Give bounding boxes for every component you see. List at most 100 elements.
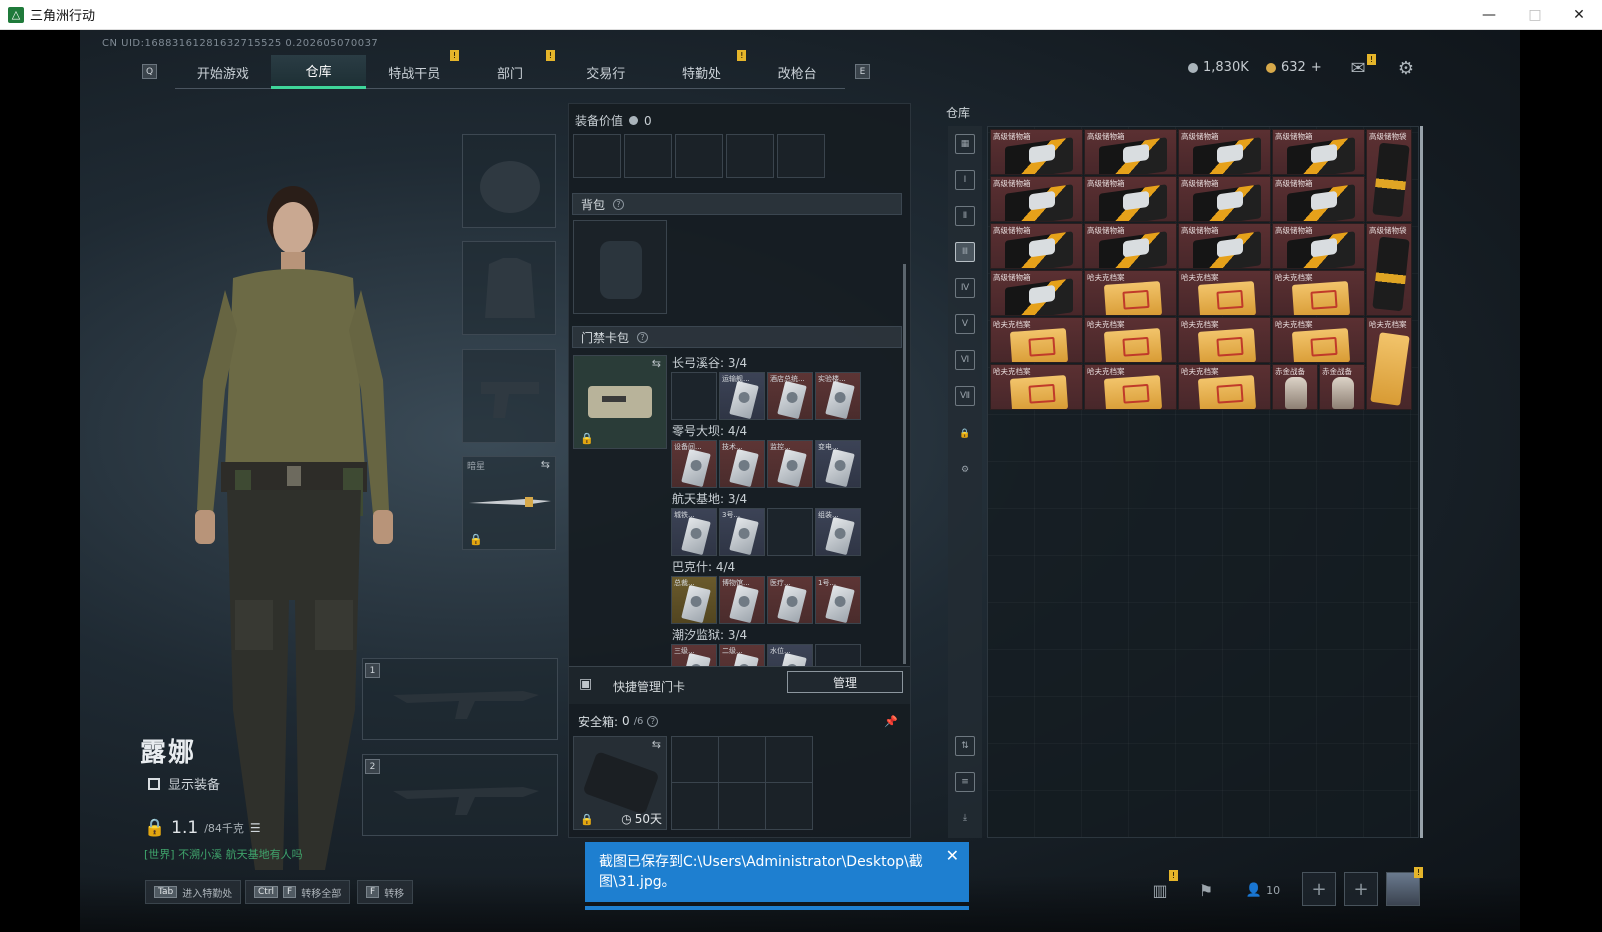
warehouse-item-folder[interactable]: 哈夫克档案 (1178, 270, 1271, 316)
panel-scrollbar[interactable] (903, 264, 906, 664)
player-avatar[interactable]: ! (1386, 867, 1423, 906)
warehouse-item-folder[interactable]: 哈夫克档案 (990, 364, 1083, 410)
warehouse-tab-1-icon[interactable]: Ⅰ (955, 170, 975, 190)
keycard-holder-slot[interactable]: ⇆ 🔒 (573, 355, 667, 449)
keycard-slot[interactable]: 组装... (815, 508, 861, 556)
swap-icon[interactable]: ⇆ (652, 357, 661, 370)
pistol-slot[interactable] (462, 349, 556, 443)
tab-operators[interactable]: 特战干员! (366, 50, 462, 89)
minimize-button[interactable]: — (1466, 0, 1512, 30)
warehouse-item-box[interactable]: 高级储物箱 (1178, 223, 1271, 269)
keycard-slot[interactable]: 水位... (767, 644, 813, 666)
warehouse-grid[interactable]: 高级储物箱 高级储物箱 高级储物箱 高级储物箱 高级储物箱 高级储物箱 高级储物箱 高级储物箱… (987, 126, 1419, 838)
keycard-slot[interactable] (815, 644, 861, 666)
stats-icon[interactable]: ▥! (1146, 870, 1178, 904)
show-equipment-checkbox[interactable] (148, 777, 160, 790)
warehouse-tab-7-icon[interactable]: Ⅶ (955, 386, 975, 406)
rig-slot[interactable] (624, 134, 672, 178)
warehouse-item-folder[interactable]: 哈夫克档案 (1178, 364, 1271, 410)
swap-icon[interactable]: ⇆ (541, 458, 550, 471)
rig-slot[interactable] (675, 134, 723, 178)
keycard-slot[interactable]: 实验楼... (815, 372, 861, 420)
manage-keycards-button[interactable]: 管理 (787, 671, 903, 693)
warehouse-item-folder[interactable]: 哈夫克档案 (1178, 317, 1271, 363)
pin-icon[interactable]: 📌 (884, 715, 898, 728)
help-icon[interactable]: ? (637, 331, 649, 343)
warehouse-item-box[interactable]: 高级储物箱 (990, 223, 1083, 269)
warehouse-item-box[interactable]: 高级储物箱 (1084, 223, 1177, 269)
nav-next-key[interactable]: E (855, 64, 870, 79)
keycard-slot[interactable]: 技术... (719, 440, 765, 488)
keycard-slot[interactable]: 三级... (671, 644, 717, 666)
warehouse-tab-6-icon[interactable]: Ⅵ (955, 350, 975, 370)
nav-prev-key[interactable]: Q (142, 64, 157, 79)
warehouse-item-figure[interactable]: 赤金战备 (1319, 364, 1365, 410)
warehouse-tab-2-icon[interactable]: Ⅱ (955, 206, 975, 226)
tab-gunsmith[interactable]: 改枪台 (749, 55, 845, 89)
invite-slot-1-button[interactable]: + (1302, 872, 1336, 906)
hint-transfer-all[interactable]: Ctrl F 转移全部 (245, 880, 351, 904)
warehouse-item-box[interactable]: 高级储物箱 (1272, 223, 1365, 269)
warehouse-item-box[interactable]: 高级储物箱 (1084, 176, 1177, 222)
flag-icon[interactable]: ⚑ (1192, 876, 1220, 904)
tab-warehouse[interactable]: 仓库 (270, 55, 367, 89)
keycard-slot[interactable]: 监控... (767, 440, 813, 488)
show-equipment-toggle[interactable]: 显示装备 (148, 774, 220, 793)
warehouse-item-box[interactable]: 高级储物箱 (990, 176, 1083, 222)
sort-icon[interactable]: ⇅ (955, 736, 975, 756)
warehouse-item-box[interactable]: 高级储物箱 (1084, 129, 1177, 175)
keycard-slot[interactable]: 酒店总统... (767, 372, 813, 420)
warehouse-item-figure[interactable]: 赤金战备 (1272, 364, 1318, 410)
keycard-slot[interactable]: 3号... (719, 508, 765, 556)
warehouse-item-box[interactable]: 高级储物箱 (1178, 129, 1271, 175)
helmet-slot[interactable] (462, 134, 556, 228)
keycard-slot[interactable]: 医疗... (767, 576, 813, 624)
layers-icon[interactable]: ≡ (955, 772, 975, 792)
keycard-slot[interactable]: 1号... (815, 576, 861, 624)
warehouse-item-box[interactable]: 高级储物箱 (1272, 176, 1365, 222)
rig-slot[interactable] (726, 134, 774, 178)
close-window-button[interactable]: ✕ (1556, 0, 1602, 30)
warehouse-settings-icon[interactable]: ⚙ (955, 460, 975, 480)
warehouse-item-folder[interactable]: 哈夫克档案 (1084, 317, 1177, 363)
help-icon[interactable]: ? (613, 198, 625, 210)
keycard-slot[interactable]: 博物馆... (719, 576, 765, 624)
primary-weapon-slot-1[interactable]: 1 (362, 658, 558, 740)
warehouse-item-folder[interactable]: 哈夫克档案 (1272, 317, 1365, 363)
warehouse-item-folder-tall[interactable]: 哈夫克档案 (1366, 317, 1412, 410)
warehouse-item-box[interactable]: 高级储物箱 (1272, 129, 1365, 175)
keycard-slot[interactable]: 总裁... (671, 576, 717, 624)
melee-slot[interactable]: 暗星 ⇆ 🔒 (462, 456, 556, 550)
warehouse-item-folder[interactable]: 哈夫克档案 (1272, 270, 1365, 316)
tab-start-game[interactable]: 开始游戏 (175, 55, 271, 89)
keycard-slot[interactable]: 变电... (815, 440, 861, 488)
help-icon[interactable]: ? (647, 715, 659, 727)
warehouse-tab-5-icon[interactable]: Ⅴ (955, 314, 975, 334)
keycard-slot[interactable] (767, 508, 813, 556)
warehouse-item-folder[interactable]: 哈夫克档案 (1084, 270, 1177, 316)
warehouse-item-box[interactable]: 高级储物箱 (1178, 176, 1271, 222)
keycard-slot[interactable]: 运输舰... (719, 372, 765, 420)
warehouse-item-box[interactable]: 高级储物箱 (990, 129, 1083, 175)
friends-icon[interactable]: 👤 10 (1238, 876, 1288, 904)
safebox-grid[interactable] (671, 736, 813, 830)
keycard-slot[interactable] (671, 372, 717, 420)
add-gold-button[interactable]: + (1311, 60, 1322, 75)
warehouse-scrollbar[interactable] (1420, 126, 1423, 838)
warehouse-item-box[interactable]: 高级储物箱 (990, 270, 1083, 316)
warehouse-item-folder[interactable]: 哈夫克档案 (1084, 364, 1177, 410)
maximize-button[interactable]: □ (1512, 0, 1558, 30)
swap-icon[interactable]: ⇆ (652, 738, 661, 751)
armor-slot[interactable] (462, 241, 556, 335)
hint-transfer[interactable]: F 转移 (357, 880, 414, 904)
toast-close-button[interactable]: ✕ (946, 846, 959, 866)
safebox-slot[interactable]: ⇆ 🔒 ◷ 50天 (573, 736, 667, 830)
warehouse-item-bag[interactable]: 高级储物袋 (1366, 223, 1412, 316)
keycard-slot[interactable]: 设备间... (671, 440, 717, 488)
keycard-slot[interactable]: 二级... (719, 644, 765, 666)
invite-slot-2-button[interactable]: + (1344, 872, 1378, 906)
primary-weapon-slot-2[interactable]: 2 (362, 754, 558, 836)
tab-trade[interactable]: 交易行 (558, 55, 654, 89)
lock-icon[interactable]: 🔒 (955, 424, 975, 444)
keycard-slot[interactable]: 城铁... (671, 508, 717, 556)
